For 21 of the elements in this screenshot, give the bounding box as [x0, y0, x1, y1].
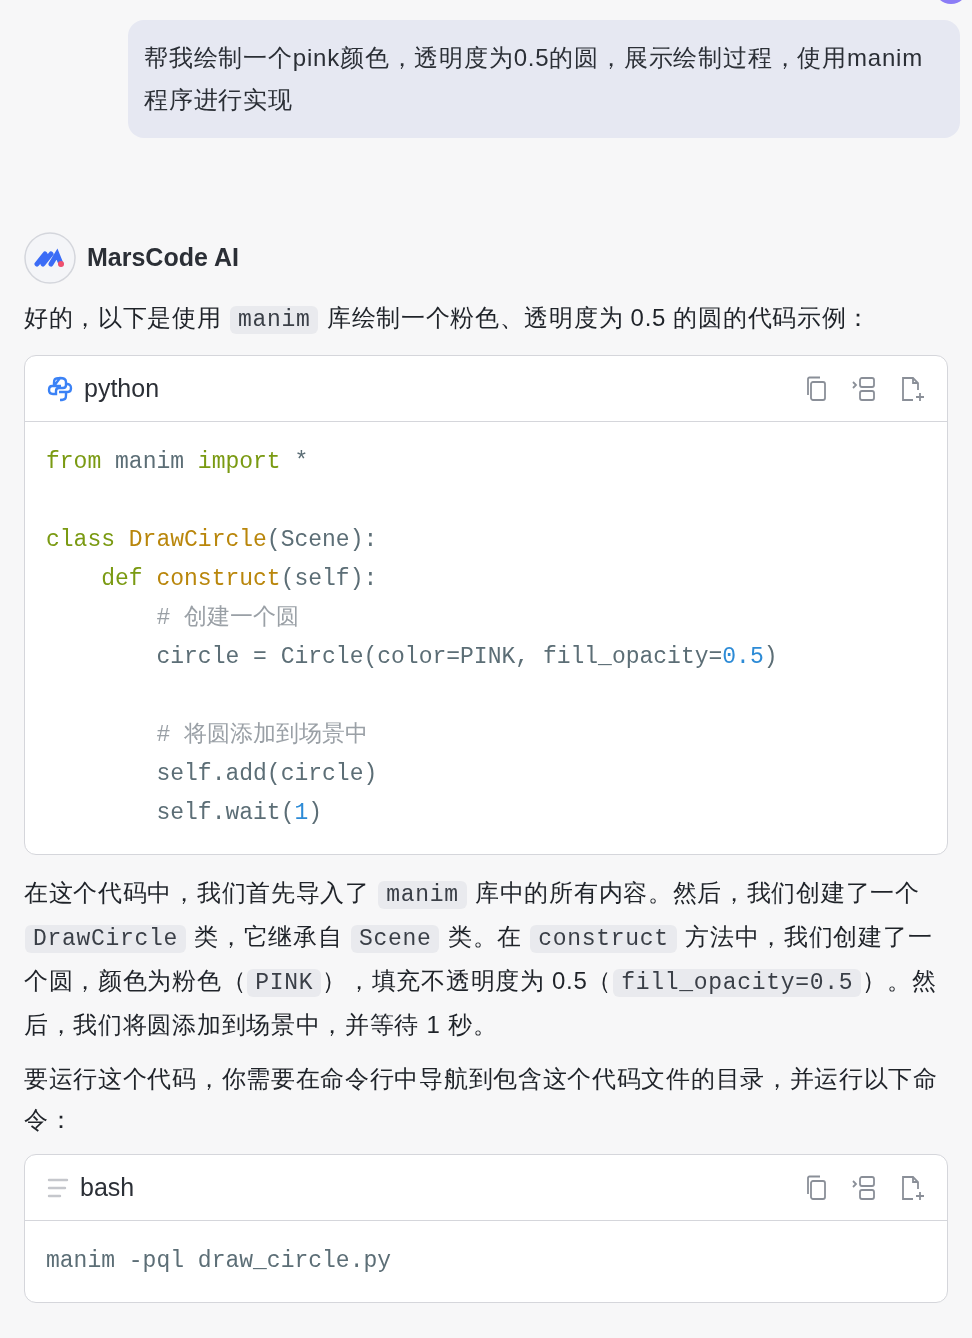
insert-button[interactable]: [850, 374, 878, 403]
paragraph: 好的，以下是使用 manim 库绘制一个粉色、透明度为 0.5 的圆的代码示例：: [24, 303, 873, 336]
code-line: class DrawCircle(Scene):: [46, 526, 379, 555]
assistant-avatar-icon: [24, 232, 76, 284]
code-line: # 创建一个圆: [155, 604, 301, 633]
paragraph: 要运行这个代码，你需要在命令行中导航到包含这个代码文件的目录，并运行以下命令：: [24, 1064, 939, 1135]
python-icon: [46, 374, 74, 403]
language-label: bash: [80, 1171, 135, 1203]
lines-icon: [46, 1176, 70, 1199]
code-line: self.add(circle): [155, 760, 379, 789]
code-line: manim -pql draw_circle.py: [46, 1247, 393, 1276]
assistant-name: MarsCode AI: [87, 242, 239, 274]
language-label: python: [84, 372, 160, 404]
code-line: def construct(self):: [100, 565, 379, 594]
user-message: 帮我绘制一个pink颜色，透明度为0.5的圆，展示绘制过程，使用manim程序进行实现: [128, 20, 960, 138]
code-line: from manim import *: [46, 448, 310, 477]
paragraph: 在这个代码中，我们首先导入了 manim 库中的所有内容。然后，我们创建了一个 DrawCircle 类，它继承自 Scene 类。在 construct 方法中，我们创建了一个圆，颜色为粉色（ PINK ），填充不透明度为 0.5（ fill_opacity=0.5 ）。然后，我们将圆添加到场景中，并等待 1 秒。: [24, 878, 938, 1040]
code-line: circle = Circle(color=PINK, fill_opacity=0.5): [155, 643, 779, 672]
insert-button[interactable]: [850, 1173, 878, 1202]
code-line: # 将圆添加到场景中: [155, 721, 370, 750]
code-line: self.wait(1): [155, 799, 324, 828]
